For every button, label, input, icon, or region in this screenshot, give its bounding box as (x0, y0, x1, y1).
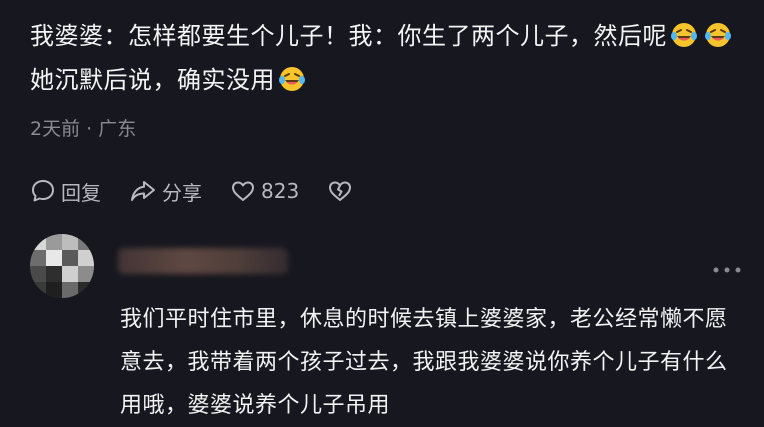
more-dots-icon[interactable] (712, 266, 742, 274)
comment-location: 广东 (98, 118, 137, 140)
reply-button[interactable]: 回复 (30, 177, 101, 206)
comment-actions: 回复 分享 823 (30, 174, 386, 208)
comment-body-part2: 她沉默后说，确实没用 (30, 66, 275, 94)
share-arrow-icon (131, 181, 155, 201)
reply-text: 我们平时住市里，休息的时候去镇上婆婆家，老公经常懒不愿意去，我带着两个孩子过去，… (120, 307, 728, 418)
broken-heart-icon (329, 181, 352, 201)
laughing-tears-icon (704, 19, 732, 47)
comment-bubble-icon (32, 180, 54, 202)
comment-author[interactable]: 我婆婆 (30, 22, 104, 50)
share-label: 分享 (162, 180, 202, 205)
share-button[interactable]: 分享 (129, 177, 202, 206)
laughing-tears-icon (278, 63, 306, 91)
meta-separator: · (86, 118, 93, 140)
username-redacted (118, 248, 288, 274)
laughing-tears-icon (670, 19, 698, 47)
reply-label: 回复 (61, 180, 101, 205)
like-count: 823 (261, 179, 300, 203)
like-button[interactable]: 823 (230, 178, 299, 204)
comment-time: 2天前 (30, 118, 81, 140)
comment-body-part1: ：怎样都要生个儿子！我：你生了两个儿子，然后呢 (103, 22, 667, 50)
comment-meta: 2天前 · 广东 (30, 114, 136, 141)
comment-text: 我婆婆：怎样都要生个儿子！我：你生了两个儿子，然后呢她沉默后说，确实没用 (30, 14, 740, 102)
heart-icon (232, 181, 254, 201)
avatar[interactable] (30, 234, 94, 298)
dislike-button[interactable] (327, 178, 358, 204)
